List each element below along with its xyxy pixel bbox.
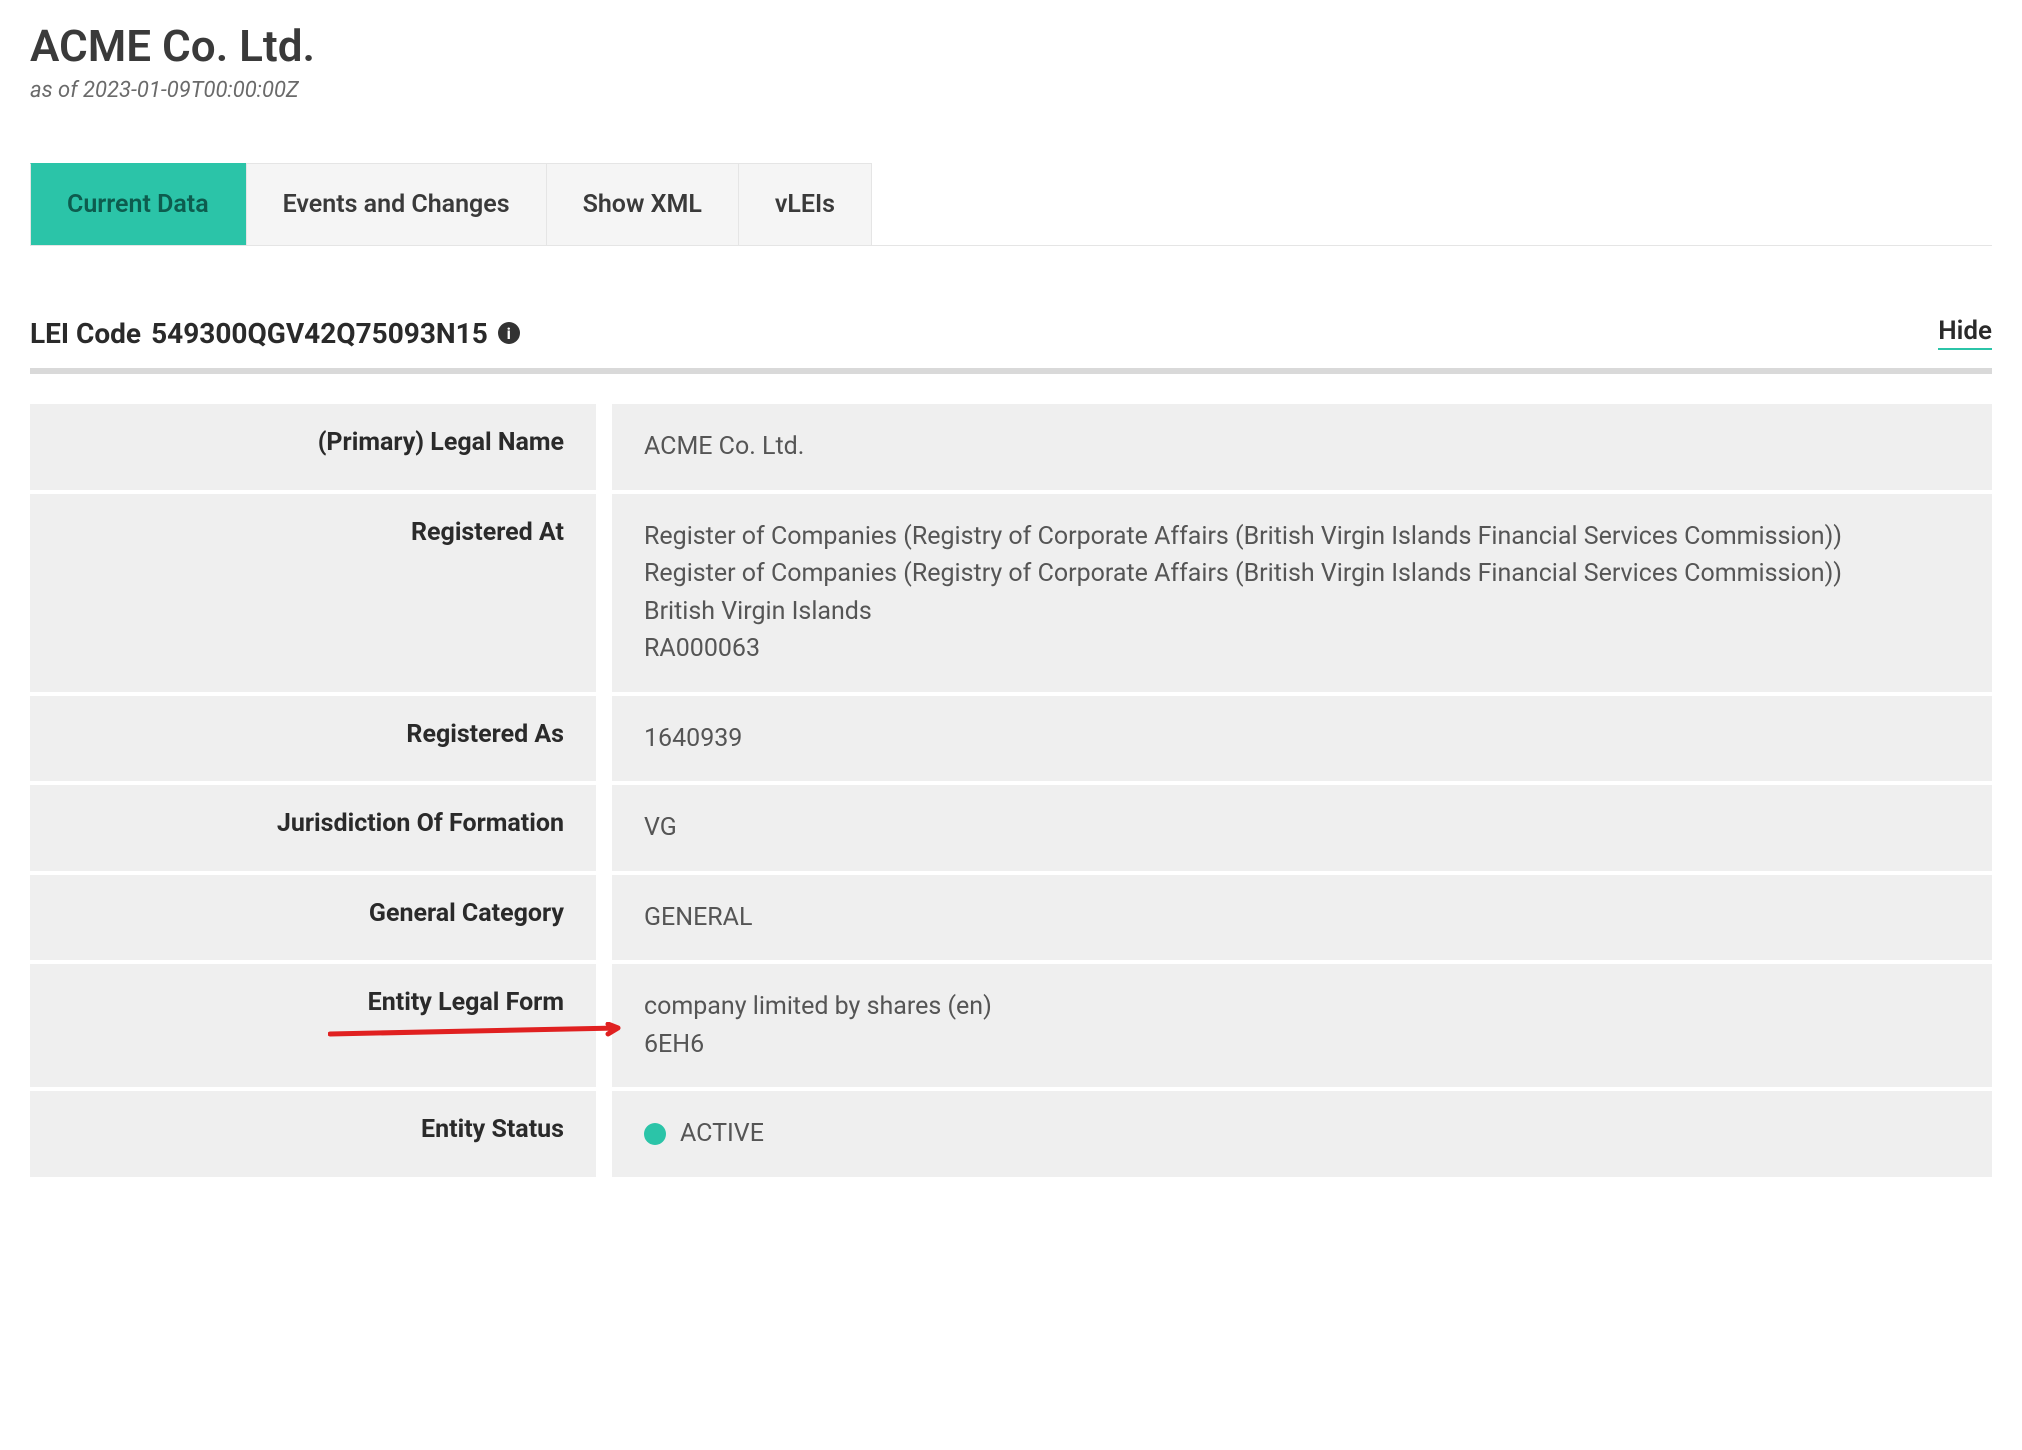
lei-code: LEI Code 549300QGV42Q75093N15 i: [30, 317, 520, 350]
label-registered-as: Registered As: [30, 696, 596, 782]
value-registered-at: Register of Companies (Registry of Corpo…: [612, 494, 1992, 692]
lei-code-label: LEI Code: [30, 317, 141, 350]
section-divider: [30, 368, 1992, 374]
value-line: company limited by shares (en): [644, 988, 1960, 1026]
row-jurisdiction: Jurisdiction Of Formation VG: [30, 785, 1992, 871]
value-line: 6EH6: [644, 1026, 1960, 1064]
value-line: British Virgin Islands: [644, 593, 1960, 631]
value-general-category: GENERAL: [612, 875, 1992, 961]
page-title: ACME Co. Ltd.: [30, 20, 1992, 72]
status-wrap: ACTIVE: [644, 1115, 1960, 1153]
status-text: ACTIVE: [680, 1115, 764, 1153]
tabs-container: Current Data Events and Changes Show XML…: [30, 163, 1992, 246]
value-line: 1640939: [644, 720, 1960, 758]
label-primary-legal-name: (Primary) Legal Name: [30, 404, 596, 490]
value-entity-status: ACTIVE: [612, 1091, 1992, 1177]
label-registered-at: Registered At: [30, 494, 596, 692]
tab-vleis[interactable]: vLEIs: [739, 163, 872, 245]
tab-show-xml[interactable]: Show XML: [547, 163, 739, 245]
data-table: (Primary) Legal Name ACME Co. Ltd. Regis…: [30, 404, 1992, 1177]
info-icon[interactable]: i: [498, 322, 520, 344]
label-entity-status: Entity Status: [30, 1091, 596, 1177]
label-jurisdiction: Jurisdiction Of Formation: [30, 785, 596, 871]
row-entity-legal-form: Entity Legal Form company limited by sha…: [30, 964, 1992, 1087]
row-entity-status: Entity Status ACTIVE: [30, 1091, 1992, 1177]
hide-toggle[interactable]: Hide: [1938, 316, 1992, 350]
value-line: Register of Companies (Registry of Corpo…: [644, 518, 1960, 556]
status-dot-icon: [644, 1123, 666, 1145]
label-entity-legal-form: Entity Legal Form: [30, 964, 596, 1087]
value-line: Register of Companies (Registry of Corpo…: [644, 555, 1960, 593]
timestamp: as of 2023-01-09T00:00:00Z: [30, 78, 1992, 103]
row-registered-as: Registered As 1640939: [30, 696, 1992, 782]
value-line: RA000063: [644, 630, 1960, 668]
value-primary-legal-name: ACME Co. Ltd.: [612, 404, 1992, 490]
row-primary-legal-name: (Primary) Legal Name ACME Co. Ltd.: [30, 404, 1992, 490]
lei-code-value: 549300QGV42Q75093N15: [151, 317, 488, 350]
section-header: LEI Code 549300QGV42Q75093N15 i Hide: [30, 316, 1992, 350]
value-entity-legal-form: company limited by shares (en) 6EH6: [612, 964, 1992, 1087]
label-general-category: General Category: [30, 875, 596, 961]
tab-current-data[interactable]: Current Data: [30, 163, 246, 245]
row-registered-at: Registered At Register of Companies (Reg…: [30, 494, 1992, 692]
value-registered-as: 1640939: [612, 696, 1992, 782]
row-general-category: General Category GENERAL: [30, 875, 1992, 961]
value-line: GENERAL: [644, 899, 1960, 937]
tab-events-changes[interactable]: Events and Changes: [246, 163, 547, 245]
value-line: ACME Co. Ltd.: [644, 428, 1960, 466]
value-line: VG: [644, 809, 1960, 847]
value-jurisdiction: VG: [612, 785, 1992, 871]
